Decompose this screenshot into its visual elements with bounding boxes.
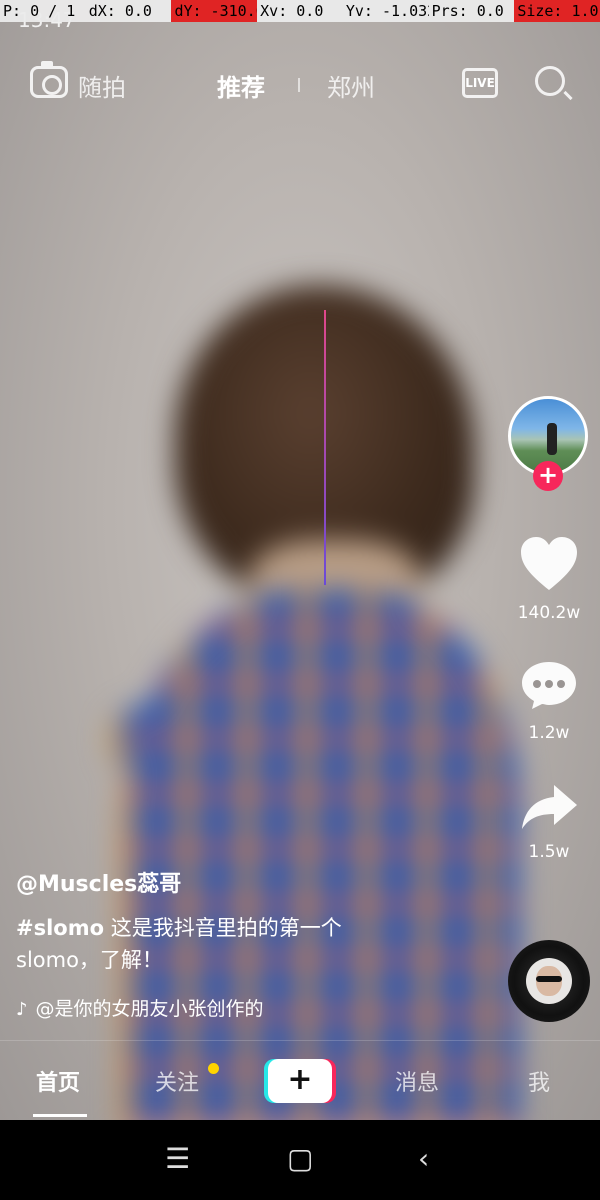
camera-label[interactable]: 随拍: [78, 68, 126, 103]
notification-dot: [208, 1063, 219, 1074]
disc-glasses: [536, 976, 562, 982]
top-nav: 随拍 推荐 郑州 LIVE: [0, 60, 600, 110]
tab-home-indicator: [33, 1114, 87, 1117]
comment-count: 1.2w: [528, 723, 570, 743]
home-square-icon[interactable]: ▢: [287, 1142, 313, 1175]
comment-bubble-icon[interactable]: [520, 660, 578, 710]
video-feed[interactable]: P: 0 / 1 dX: 0.0 dY: -310.0 Xv: 0.0 Yv: …: [0, 0, 600, 1120]
share-count: 1.5w: [528, 842, 570, 862]
debug-yv: Yv: -1.032: [345, 2, 429, 20]
debug-xv: Xv: 0.0: [260, 2, 324, 20]
search-icon[interactable]: [535, 66, 565, 96]
back-chevron-icon[interactable]: ‹: [418, 1142, 429, 1175]
author-name[interactable]: @Muscles蕊哥: [16, 866, 181, 898]
system-nav-bar: ☰ ▢ ‹: [0, 1120, 600, 1200]
tab-messages[interactable]: 消息: [395, 1065, 439, 1097]
avatar-figure: [547, 423, 557, 455]
tab-me[interactable]: 我: [528, 1065, 550, 1097]
debug-pressure: Prs: 0.0: [431, 2, 504, 20]
bottom-tab-bar: 首页 关注 + 消息 我: [0, 1040, 600, 1120]
share-arrow-icon[interactable]: [520, 783, 578, 831]
hashtag-link[interactable]: #slomo: [16, 916, 104, 940]
menu-icon[interactable]: ☰: [165, 1142, 190, 1175]
pointer-debug-bar: P: 0 / 1 dX: 0.0 dY: -310.0 Xv: 0.0 Yv: …: [0, 0, 600, 22]
debug-dy: dY: -310.0: [171, 0, 258, 22]
music-disc[interactable]: [508, 940, 590, 1022]
debug-pointer: P: 0 / 1: [3, 2, 76, 20]
debug-size: Size: 1.0: [514, 0, 600, 22]
caption-text-2: slomo，了解！: [16, 948, 163, 972]
tab-home[interactable]: 首页: [36, 1065, 80, 1097]
tab-recommend[interactable]: 推荐: [217, 68, 265, 103]
like-count: 140.2w: [517, 603, 581, 623]
touch-trace-line: [324, 310, 326, 585]
debug-dx: dX: 0.0: [88, 2, 152, 20]
tab-following[interactable]: 关注: [155, 1065, 199, 1097]
music-info[interactable]: ♪ @是你的女朋友小张创作的: [16, 994, 264, 1021]
live-icon[interactable]: LIVE: [462, 68, 498, 98]
music-title: @是你的女朋友小张创作的: [35, 998, 264, 1020]
tab-city[interactable]: 郑州: [327, 68, 375, 103]
music-note-icon: ♪: [16, 999, 28, 1020]
create-plus-button[interactable]: +: [268, 1059, 332, 1103]
nav-divider: [298, 78, 300, 92]
video-caption: #slomo 这是我抖音里拍的第一个 slomo，了解！: [16, 912, 416, 976]
disc-cover: [526, 958, 572, 1004]
camera-icon[interactable]: [30, 61, 68, 98]
caption-text-1: 这是我抖音里拍的第一个: [104, 916, 342, 940]
follow-plus-button[interactable]: +: [533, 461, 563, 491]
like-heart-icon[interactable]: [519, 536, 579, 592]
